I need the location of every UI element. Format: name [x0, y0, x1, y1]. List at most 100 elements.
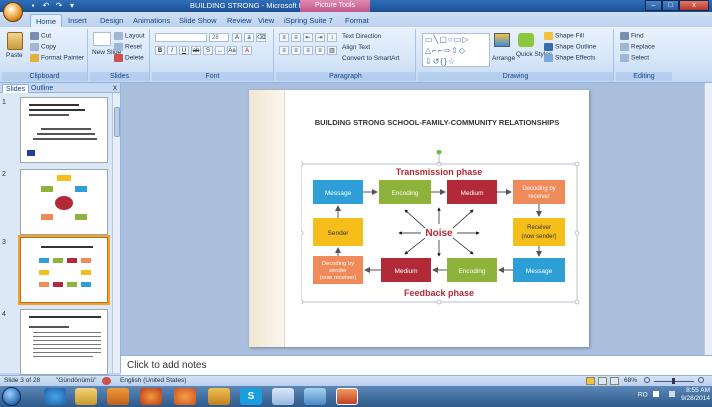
language-indicator[interactable]: English (United States): [120, 377, 186, 384]
explorer-icon[interactable]: [75, 388, 97, 405]
minimize-button[interactable]: –: [645, 0, 662, 11]
close-pane-icon[interactable]: x: [113, 83, 117, 92]
ie-icon[interactable]: [44, 388, 66, 405]
slide-thumbnail-1[interactable]: [20, 97, 108, 163]
slideshow-view-icon[interactable]: [610, 377, 619, 385]
tab-review[interactable]: Review: [227, 14, 252, 27]
canvas-scrollbar[interactable]: [704, 83, 712, 355]
volume-icon[interactable]: [653, 390, 660, 397]
communication-diagram[interactable]: Transmission phase Feedback phase Messag…: [301, 150, 581, 308]
input-language[interactable]: RO: [638, 392, 648, 399]
paste-icon[interactable]: [7, 32, 23, 50]
word-icon[interactable]: [272, 388, 294, 405]
align-center-icon[interactable]: ≡: [291, 46, 301, 55]
paste-button[interactable]: Paste: [6, 52, 23, 59]
align-left-icon[interactable]: ≡: [279, 46, 289, 55]
rotate-handle[interactable]: [436, 150, 442, 155]
slide-thumbnail-3-selected[interactable]: [18, 235, 110, 305]
new-slide-icon[interactable]: [93, 32, 111, 46]
normal-view-icon[interactable]: [586, 377, 595, 385]
shape-outline-button[interactable]: Shape Outline: [544, 43, 596, 51]
change-case-icon[interactable]: Aa: [227, 46, 237, 55]
font-size-field[interactable]: 28: [209, 33, 229, 42]
italic-icon[interactable]: I: [167, 46, 177, 55]
notes-pane[interactable]: Click to add notes: [121, 355, 712, 375]
font-family-field[interactable]: [155, 33, 207, 42]
media-player-icon[interactable]: [174, 388, 196, 405]
select-button[interactable]: Select: [620, 54, 649, 62]
tab-slides[interactable]: Slides: [2, 84, 30, 93]
photo-viewer-icon[interactable]: [304, 388, 326, 405]
decrease-indent-icon[interactable]: ⇤: [303, 33, 313, 42]
slide-sorter-icon[interactable]: [598, 377, 607, 385]
grow-font-icon[interactable]: A: [232, 33, 242, 42]
align-right-icon[interactable]: ≡: [303, 46, 313, 55]
decoding-receiver-box[interactable]: [513, 180, 565, 204]
shrink-font-icon[interactable]: a: [244, 33, 254, 42]
start-button[interactable]: [2, 387, 21, 406]
zoom-level[interactable]: 68%: [624, 377, 637, 384]
network-icon[interactable]: [669, 390, 676, 397]
arrange-icon[interactable]: [494, 33, 510, 47]
zoom-out-icon[interactable]: [644, 377, 650, 383]
replace-button[interactable]: Replace: [620, 43, 655, 51]
layout-button[interactable]: Layout: [114, 32, 145, 40]
undo-icon[interactable]: ↶: [41, 1, 51, 11]
find-button[interactable]: Find: [620, 32, 644, 40]
cut-button[interactable]: Cut: [30, 32, 51, 40]
shape-effects-button[interactable]: Shape Effects: [544, 54, 595, 62]
delete-button[interactable]: Delete: [114, 54, 144, 62]
tab-slide-show[interactable]: Slide Show: [179, 14, 217, 27]
underline-icon[interactable]: U: [179, 46, 189, 55]
line-spacing-icon[interactable]: ↕: [327, 33, 337, 42]
tab-outline[interactable]: Outline: [28, 84, 56, 93]
vlc-icon[interactable]: [107, 388, 129, 405]
close-button[interactable]: x: [679, 0, 709, 11]
arrange-button[interactable]: Arrange: [492, 55, 515, 62]
skype-icon[interactable]: S: [240, 388, 262, 405]
quick-styles-icon[interactable]: [518, 33, 534, 47]
clock-date[interactable]: 9/28/2014: [681, 395, 710, 403]
tab-home[interactable]: Home: [30, 14, 63, 27]
bold-icon[interactable]: B: [155, 46, 165, 55]
reset-button[interactable]: Reset: [114, 43, 142, 51]
slide-title[interactable]: BUILDING STRONG SCHOOL-FAMILY-COMMUNITY …: [291, 118, 583, 127]
justify-icon[interactable]: ≡: [315, 46, 325, 55]
zoom-slider-thumb[interactable]: [672, 378, 675, 384]
receiver-box[interactable]: [513, 218, 565, 246]
text-direction-button[interactable]: Text Direction: [342, 33, 381, 40]
slide-thumbnail-2[interactable]: [20, 169, 108, 235]
numbering-icon[interactable]: ≡: [291, 33, 301, 42]
strikethrough-icon[interactable]: ab: [191, 46, 201, 55]
increase-indent-icon[interactable]: ⇥: [315, 33, 325, 42]
office-button[interactable]: [3, 2, 23, 22]
tab-insert[interactable]: Insert: [68, 14, 87, 27]
paint-icon[interactable]: [208, 388, 230, 405]
clear-format-icon[interactable]: ⌫: [256, 33, 266, 42]
save-icon[interactable]: ▪: [28, 1, 38, 11]
font-color-icon[interactable]: A: [242, 46, 252, 55]
bullets-icon[interactable]: ≡: [279, 33, 289, 42]
columns-icon[interactable]: ▥: [327, 46, 337, 55]
copy-button[interactable]: Copy: [30, 43, 56, 51]
align-text-button[interactable]: Align Text: [342, 44, 370, 51]
maximize-button[interactable]: □: [662, 0, 679, 11]
firefox-icon[interactable]: [140, 388, 162, 405]
shape-fill-button[interactable]: Shape Fill: [544, 32, 584, 40]
char-spacing-icon[interactable]: ↔: [215, 46, 225, 55]
spellcheck-icon[interactable]: [102, 377, 111, 385]
powerpoint-icon[interactable]: [336, 388, 358, 405]
convert-smartart-button[interactable]: Convert to SmartArt: [342, 55, 399, 62]
tab-animations[interactable]: Animations: [133, 14, 170, 27]
tab-design[interactable]: Design: [100, 14, 123, 27]
redo-icon[interactable]: ↷: [54, 1, 64, 11]
shapes-gallery[interactable]: ▭╲▢○▭▷ △⌐⌐⇨⇧◇ ⇩↺{}☆: [422, 33, 490, 67]
tab-ispring[interactable]: iSpring Suite 7: [284, 14, 333, 27]
slides-pane-scrollbar[interactable]: [112, 93, 120, 373]
tab-view[interactable]: View: [258, 14, 274, 27]
slide-thumbnail-4[interactable]: [20, 309, 108, 375]
tab-format[interactable]: Format: [345, 14, 369, 27]
zoom-in-icon[interactable]: [698, 377, 704, 383]
customize-qat-icon[interactable]: ▾: [67, 1, 77, 11]
shadow-icon[interactable]: S: [203, 46, 213, 55]
